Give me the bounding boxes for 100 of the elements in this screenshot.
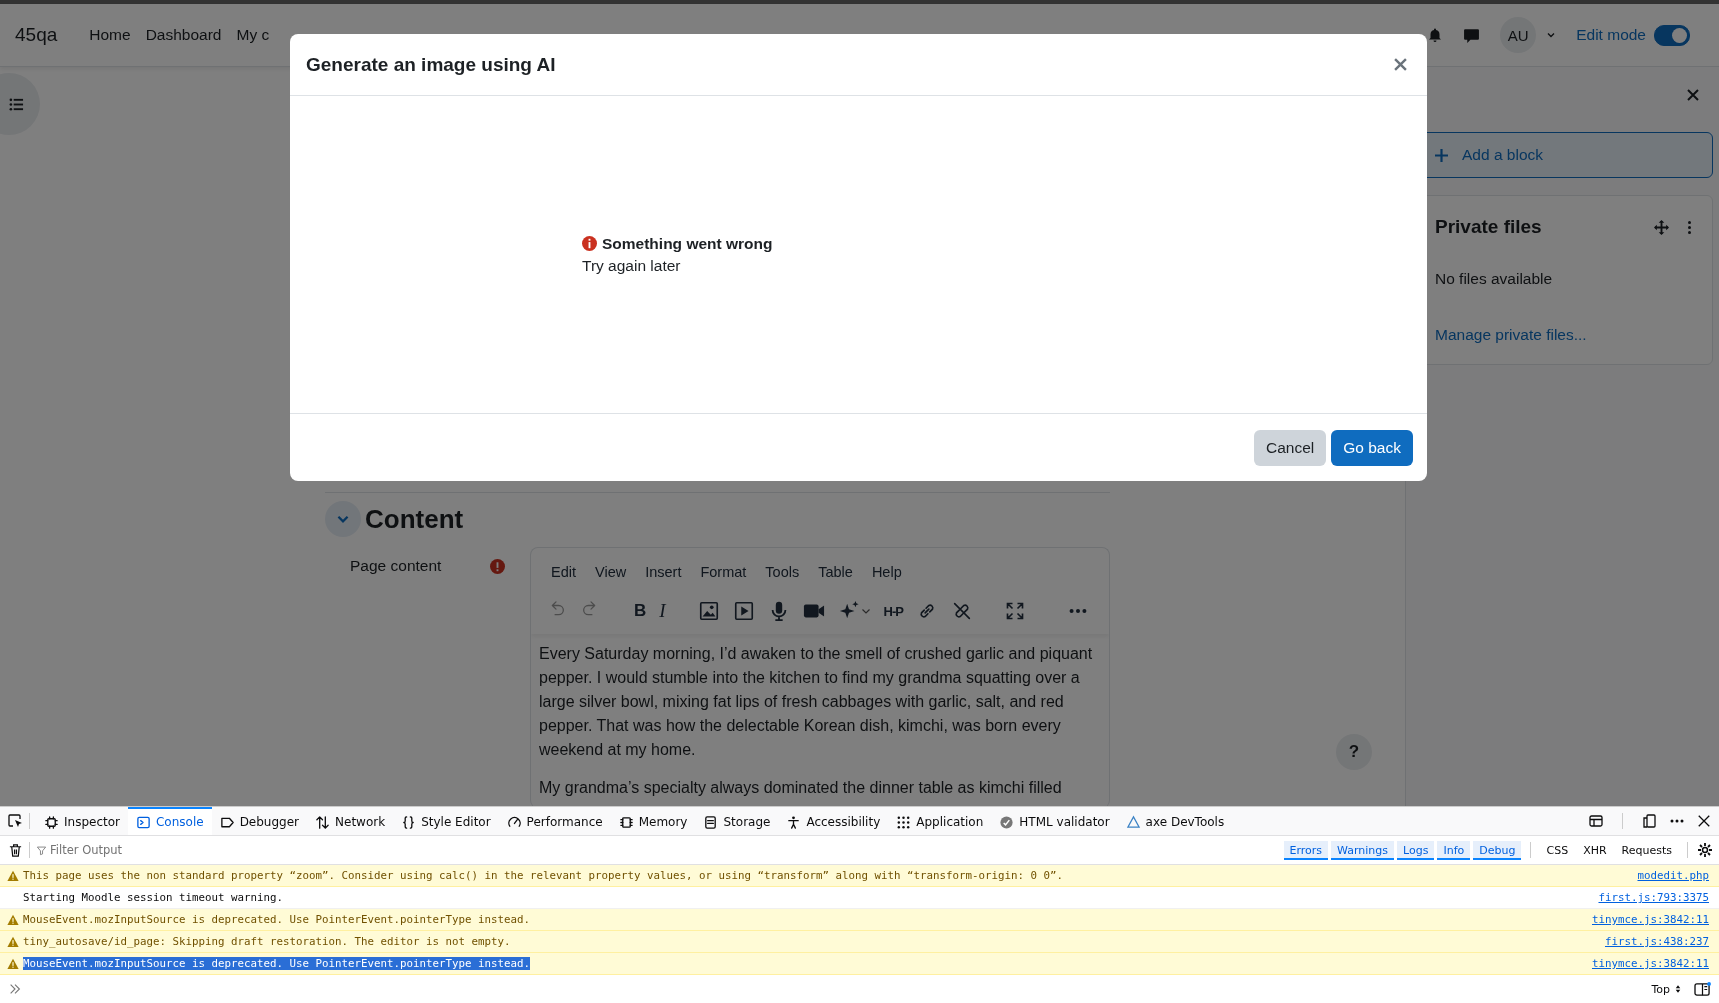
source-link[interactable]: first.js:793:3375: [1598, 891, 1709, 904]
nav-link[interactable]: Home: [89, 26, 131, 44]
warning-icon: [7, 869, 19, 882]
block-text: No files available: [1435, 270, 1554, 288]
console-message: MouseEvent.mozInputSource is deprecated. Use PointerEvent.pointerType instead.: [23, 957, 531, 970]
nav-link[interactable]: My c: [236, 26, 270, 44]
plus-icon: [1435, 148, 1448, 162]
devtools-tab[interactable]: axe DevTools: [1117, 807, 1233, 835]
console-icon: [136, 814, 151, 830]
triangle-icon: [1125, 814, 1141, 830]
help-button[interactable]: ?: [1336, 734, 1372, 770]
menu-item[interactable]: Format: [700, 564, 747, 580]
kebab-icon[interactable]: [1687, 219, 1692, 235]
paragraph: Every Saturday morning, I’d awaken to the smell of crushed garlic and piquant pepper. I would stumble into the kitchen to find my grandma squatting over a large silver bowl, mixing fat lips of fresh cabbages with garlic, salt, and red pepper. That was how the delectable Korean dish, kimchi, was born every weekend at my home.: [539, 644, 1094, 760]
checkmark-icon: [999, 814, 1015, 830]
error-title: Something went wrong: [602, 234, 773, 253]
devtools-tab[interactable]: HTML validator: [991, 807, 1118, 835]
required-icon: [490, 559, 505, 574]
chevron-down-icon[interactable]: [1546, 30, 1557, 40]
devtools-tab[interactable]: Style Editor: [393, 807, 499, 835]
play-icon[interactable]: [732, 600, 755, 622]
warning-icon: [7, 935, 19, 948]
close-icon[interactable]: [1697, 814, 1711, 828]
error-icon: [582, 236, 597, 251]
source-link[interactable]: modedit.php: [1637, 869, 1709, 882]
element-picker-icon[interactable]: [7, 813, 23, 829]
devtools-tab[interactable]: Debugger: [211, 807, 308, 835]
chevron-down-icon[interactable]: [860, 606, 871, 616]
devtools-tab[interactable]: Accessibility: [778, 807, 889, 835]
devtools-tab[interactable]: Performance: [498, 807, 611, 835]
edit-mode-label: Edit mode: [1576, 26, 1646, 44]
settings-icon[interactable]: [1697, 842, 1713, 858]
field-label: Page content: [350, 557, 442, 575]
filter-toggle[interactable]: Warnings: [1331, 840, 1395, 860]
menu-item[interactable]: Help: [871, 564, 902, 580]
context-selector[interactable]: Top: [1651, 982, 1670, 996]
filter-toggle[interactable]: Logs: [1397, 840, 1435, 860]
manage-files-link[interactable]: Manage private files...: [1435, 326, 1692, 344]
console-message: MouseEvent.mozInputSource is deprecated. Use PointerEvent.pointerType instead.: [23, 913, 531, 926]
italic-button[interactable]: I: [659, 600, 666, 622]
filter-field[interactable]: Filter Output: [50, 843, 350, 857]
source-link[interactable]: tinymce.js:3842:11: [1592, 957, 1709, 970]
chip-icon: [618, 814, 634, 830]
menu-item[interactable]: Tools: [765, 564, 800, 580]
nav-link[interactable]: Dashboard: [145, 26, 222, 44]
devtools-tab[interactable]: Inspector: [36, 807, 128, 835]
site-name[interactable]: 45qa: [15, 24, 58, 46]
error-message: Try again later: [582, 256, 682, 275]
unlink-icon[interactable]: [951, 600, 973, 622]
grid-icon: [896, 814, 912, 830]
image-icon[interactable]: [697, 600, 720, 622]
storage-icon: [703, 814, 719, 830]
gauge-icon: [506, 814, 522, 830]
console-message: Starting Moodle session timeout warning.: [23, 891, 283, 904]
list-icon: [9, 96, 24, 112]
trash-icon[interactable]: [8, 842, 23, 858]
source-link[interactable]: tinymce.js:3842:11: [1592, 913, 1709, 926]
filter-toggle[interactable]: Errors: [1283, 840, 1329, 860]
devtools-tab[interactable]: Storage: [695, 807, 779, 835]
arrows-icon: [315, 814, 331, 830]
menu-item[interactable]: Insert: [645, 564, 682, 580]
edit-mode-switch[interactable]: [1654, 24, 1690, 46]
person-icon: [786, 814, 802, 830]
menu-item[interactable]: Table: [818, 564, 853, 580]
chat-icon[interactable]: [1463, 26, 1481, 44]
source-link[interactable]: first.js:438:237: [1605, 935, 1709, 948]
braces-icon: [401, 814, 417, 830]
devtools-tab[interactable]: Memory: [610, 807, 696, 835]
warning-icon: [7, 957, 19, 970]
menu-item[interactable]: Edit: [551, 564, 576, 580]
filter-icon: [36, 844, 47, 856]
menu-item[interactable]: View: [595, 564, 627, 580]
bell-icon[interactable]: [1427, 27, 1444, 43]
responsive-icon[interactable]: [1641, 813, 1657, 829]
console-message: tiny_autosave/id_page: Skipping draft restoration. The editor is not empty.: [23, 935, 511, 948]
filter-toggle[interactable]: XHR: [1577, 840, 1613, 860]
devtools-tab[interactable]: Network: [307, 807, 394, 835]
block-title: Private files: [1435, 216, 1542, 238]
fullscreen-icon[interactable]: [1005, 601, 1025, 621]
devtools-tab[interactable]: Application: [888, 807, 992, 835]
section-title: Content: [365, 503, 464, 535]
cancel-button[interactable]: Cancel: [1254, 429, 1327, 466]
user-avatar[interactable]: AU: [1500, 17, 1537, 53]
filter-toggle[interactable]: Requests: [1615, 840, 1678, 860]
filter-toggle[interactable]: Info: [1437, 840, 1471, 860]
dock-icon[interactable]: [1588, 813, 1604, 829]
chip-icon: [44, 814, 59, 830]
double-chevron-icon[interactable]: [8, 982, 22, 996]
filter-toggle[interactable]: CSS: [1540, 840, 1575, 860]
filter-toggle[interactable]: Debug: [1473, 840, 1522, 860]
warning-icon: [7, 913, 19, 926]
devtools-tab[interactable]: Console: [128, 807, 212, 835]
sidebar-icon[interactable]: [1694, 981, 1711, 997]
go-back-button[interactable]: Go back: [1331, 429, 1413, 466]
bold-button[interactable]: B: [634, 601, 647, 621]
modal-title: Generate an image using AI: [306, 53, 557, 76]
updown-caret-icon[interactable]: [1675, 984, 1681, 994]
h5p-button[interactable]: H-P: [883, 603, 903, 619]
paragraph: My grandma’s specialty always dominated the dinner table as kimchi filled: [539, 778, 1063, 798]
move-icon[interactable]: [1654, 219, 1669, 235]
